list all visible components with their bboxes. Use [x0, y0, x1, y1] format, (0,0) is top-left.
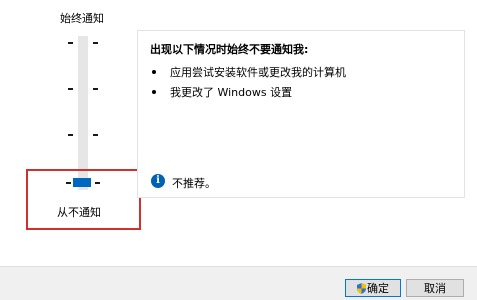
bullet-icon [152, 70, 156, 74]
ok-button[interactable]: 确定 [345, 279, 401, 297]
uac-shield-icon [357, 283, 366, 294]
cancel-button[interactable]: 取消 [406, 279, 464, 297]
slider-tick-left [68, 88, 73, 90]
slider-track[interactable] [78, 36, 88, 190]
list-item: 应用尝试安装软件或更改我的计算机 [170, 66, 346, 79]
slider-tick-right [93, 134, 98, 136]
slider-tick-right [93, 88, 98, 90]
slider-tick-left [68, 134, 73, 136]
cancel-button-label: 取消 [424, 283, 446, 295]
list-item: 我更改了 Windows 设置 [170, 86, 293, 99]
ok-button-label: 确定 [367, 283, 389, 295]
panel-heading: 出现以下情况时始终不要通知我: [150, 43, 309, 56]
recommendation-text: 不推荐。 [172, 177, 216, 190]
info-icon: i [151, 174, 165, 188]
description-panel: 出现以下情况时始终不要通知我: 应用尝试安装软件或更改我的计算机 我更改了 Wi… [137, 30, 465, 198]
slider-top-label: 始终通知 [60, 12, 104, 25]
highlight-annotation-box [26, 169, 141, 230]
slider-tick-right [93, 42, 98, 44]
slider-tick-left [68, 42, 73, 44]
bullet-icon [152, 90, 156, 94]
